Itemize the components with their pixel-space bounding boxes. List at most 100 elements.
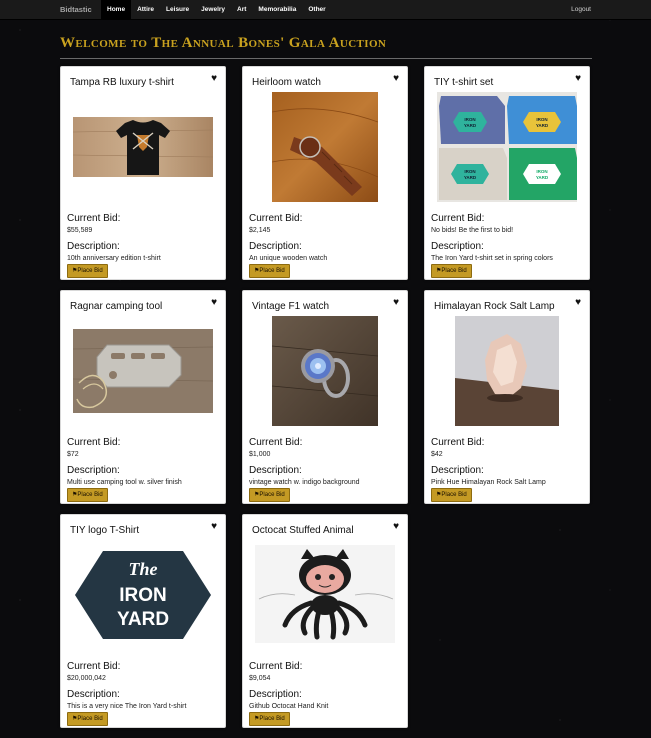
description-value: Pink Hue Himalayan Rock Salt Lamp: [431, 479, 546, 486]
place-bid-button[interactable]: ⚑Place Bid: [249, 488, 290, 502]
auction-item-card: Ragnar camping tool ♥ Current Bid: $72 D…: [60, 290, 226, 504]
auction-item-card: Heirloom watch ♥ Current Bid: $2,145 Des…: [242, 66, 408, 280]
nav-item-leisure[interactable]: Leisure: [160, 0, 195, 19]
current-bid-value: $20,000,042: [67, 675, 106, 682]
octocat-plush-photo: [255, 545, 395, 643]
nav-item-home[interactable]: Home: [101, 0, 132, 19]
current-bid-value: $42: [431, 451, 443, 458]
svg-text:IRON: IRON: [536, 117, 547, 122]
current-bid-label: Current Bid:: [431, 437, 485, 448]
nav-item-art[interactable]: Art: [231, 0, 252, 19]
description-value: An unique wooden watch: [249, 255, 328, 262]
current-bid-label: Current Bid:: [249, 661, 303, 672]
svg-text:IRON: IRON: [536, 169, 547, 174]
description-label: Description:: [249, 465, 302, 476]
place-bid-label: Place Bid: [259, 268, 285, 274]
nav-item-attire[interactable]: Attire: [131, 0, 160, 19]
svg-text:YARD: YARD: [117, 609, 169, 630]
description-value: vintage watch w. indigo background: [249, 479, 360, 486]
iron-yard-logo: The IRON YARD: [73, 547, 213, 643]
iron-yard-shirts-photo: IRON YARD IRON YARD IRON YARD IRON YARD: [437, 92, 577, 202]
brand-logo[interactable]: Bidtastic: [60, 0, 92, 19]
place-bid-label: Place Bid: [77, 492, 103, 498]
heart-icon[interactable]: ♥: [575, 297, 581, 309]
nav-item-memorabilia[interactable]: Memorabilia: [252, 0, 302, 19]
black-tshirt-photo: [73, 117, 213, 177]
heart-icon[interactable]: ♥: [575, 73, 581, 85]
auction-item-card: Himalayan Rock Salt Lamp ♥ Current Bid: …: [424, 290, 590, 504]
description-label: Description:: [431, 241, 484, 252]
svg-text:YARD: YARD: [464, 175, 477, 180]
top-navbar: Bidtastic Home Attire Leisure Jewelry Ar…: [0, 0, 651, 20]
item-title: Ragnar camping tool: [70, 301, 163, 312]
description-value: 10th anniversary edition t-shirt: [67, 255, 161, 262]
place-bid-button[interactable]: ⚑Place Bid: [249, 712, 290, 726]
place-bid-button[interactable]: ⚑Place Bid: [431, 264, 472, 278]
item-title: Himalayan Rock Salt Lamp: [434, 301, 555, 312]
svg-text:IRON: IRON: [464, 117, 475, 122]
nav-item-jewelry[interactable]: Jewelry: [195, 0, 231, 19]
current-bid-label: Current Bid:: [249, 213, 303, 224]
heart-icon[interactable]: ♥: [211, 297, 217, 309]
item-title: TIY logo T-Shirt: [70, 525, 140, 536]
salt-lamp-photo: [455, 316, 559, 426]
svg-text:IRON: IRON: [464, 169, 475, 174]
current-bid-label: Current Bid:: [431, 213, 485, 224]
item-title: Tampa RB luxury t-shirt: [70, 77, 174, 88]
place-bid-label: Place Bid: [441, 492, 467, 498]
place-bid-button[interactable]: ⚑Place Bid: [67, 264, 108, 278]
description-value: This is a very nice The Iron Yard t-shir…: [67, 703, 187, 710]
current-bid-value: $55,589: [67, 227, 93, 234]
wooden-watch-photo: [272, 92, 378, 202]
description-label: Description:: [67, 689, 120, 700]
vintage-ring-watch-photo: [272, 316, 378, 426]
current-bid-value: No bids! Be the first to bid!: [431, 227, 514, 234]
auction-item-card: Tampa RB luxury t-shirt ♥ Current Bid: $…: [60, 66, 226, 280]
item-title: TIY t-shirt set: [434, 77, 494, 88]
current-bid-label: Current Bid:: [67, 661, 121, 672]
auction-item-card: TIY logo T-Shirt ♥ The IRON YARD Current…: [60, 514, 226, 728]
auction-item-card: Octocat Stuffed Animal ♥ Current Bid: $9…: [242, 514, 408, 728]
camping-tool-photo: [73, 329, 213, 413]
heart-icon[interactable]: ♥: [211, 521, 217, 533]
svg-text:The: The: [129, 559, 158, 579]
current-bid-value: $2,145: [249, 227, 271, 234]
place-bid-label: Place Bid: [441, 268, 467, 274]
item-title: Octocat Stuffed Animal: [252, 525, 354, 536]
place-bid-label: Place Bid: [259, 492, 285, 498]
svg-text:YARD: YARD: [536, 123, 549, 128]
item-title: Vintage F1 watch: [252, 301, 330, 312]
current-bid-label: Current Bid:: [67, 213, 121, 224]
auction-item-card: Vintage F1 watch ♥ Current Bid: $1,000 D…: [242, 290, 408, 504]
item-title: Heirloom watch: [252, 77, 321, 88]
svg-text:YARD: YARD: [464, 123, 477, 128]
current-bid-label: Current Bid:: [67, 437, 121, 448]
logout-link[interactable]: Logout: [571, 0, 591, 19]
description-value: Github Octocat Hand Knit: [249, 703, 329, 710]
current-bid-value: $1,000: [249, 451, 271, 458]
place-bid-button[interactable]: ⚑Place Bid: [431, 488, 472, 502]
description-label: Description:: [67, 241, 120, 252]
description-value: The Iron Yard t-shirt set in spring colo…: [431, 255, 553, 262]
description-label: Description:: [249, 241, 302, 252]
current-bid-value: $9,054: [249, 675, 271, 682]
description-label: Description:: [249, 689, 302, 700]
place-bid-label: Place Bid: [259, 716, 285, 722]
nav-item-other[interactable]: Other: [302, 0, 331, 19]
place-bid-label: Place Bid: [77, 716, 103, 722]
place-bid-button[interactable]: ⚑Place Bid: [249, 264, 290, 278]
svg-text:YARD: YARD: [536, 175, 549, 180]
nav-menu: Home Attire Leisure Jewelry Art Memorabi…: [101, 0, 332, 19]
description-value: Multi use camping tool w. silver finish: [67, 479, 182, 486]
current-bid-value: $72: [67, 451, 79, 458]
heart-icon[interactable]: ♥: [393, 521, 399, 533]
heart-icon[interactable]: ♥: [393, 73, 399, 85]
place-bid-label: Place Bid: [77, 268, 103, 274]
auction-item-card: TIY t-shirt set ♥ IRON YARD IRON YARD IR…: [424, 66, 590, 280]
title-divider: [60, 58, 592, 59]
heart-icon[interactable]: ♥: [211, 73, 217, 85]
heart-icon[interactable]: ♥: [393, 297, 399, 309]
svg-text:IRON: IRON: [119, 585, 167, 606]
place-bid-button[interactable]: ⚑Place Bid: [67, 712, 108, 726]
place-bid-button[interactable]: ⚑Place Bid: [67, 488, 108, 502]
